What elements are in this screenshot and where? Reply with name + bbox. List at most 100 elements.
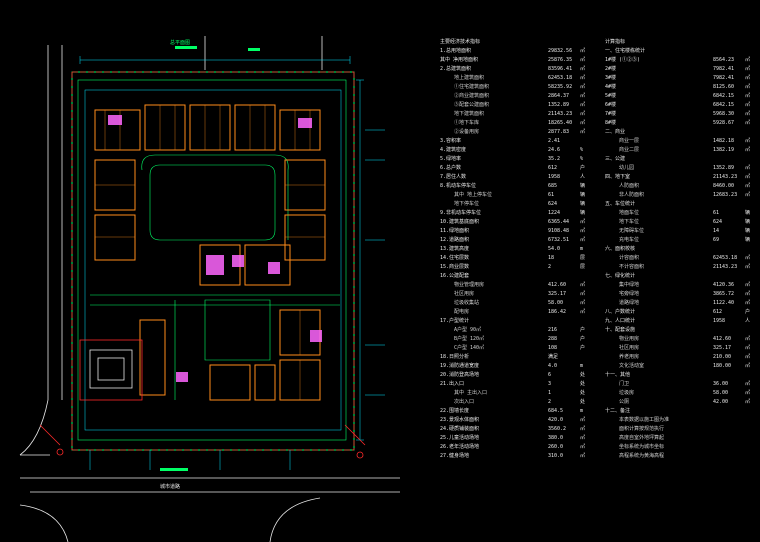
table-cell-label: 27.健身场地 [440,453,470,459]
table-cell-value: 2.41 [548,138,561,144]
table-cell-unit: 层 [580,264,586,270]
table-cell-value: 210.00 [713,354,732,360]
table-cell-value: 69 [713,237,720,243]
economic-indicators-tables: 主要经济技术指标 1.总用地面积 29832.56 ㎡ 其中 净用地面积 25876.35… [440,38,755,538]
table-cell-value: 18 [548,255,555,261]
table-row: 2#楼 7982.41 ㎡ [605,65,755,74]
table-row: 文化活动室 180.00 ㎡ [605,362,755,371]
table-cell-label: 15.商业层数 [440,264,470,270]
table-cell-label: 文化活动室 [619,363,645,369]
table-cell-unit: ㎡ [580,102,586,108]
table-row: 2.总建筑面积 83596.41 ㎡ [440,65,590,74]
table-cell-unit: 辆 [745,228,751,234]
table-cell-unit: ㎡ [580,426,586,432]
table-cell-label: ①住宅建筑面积 [454,84,490,90]
table-row: 次出入口 2 处 [440,398,590,407]
table-row: 18.日照分析 满足 [440,353,590,362]
indicator-table-left: 主要经济技术指标 1.总用地面积 29832.56 ㎡其中 净用地面积 25876.35… [440,38,590,461]
table-cell-value: 8564.23 [713,57,735,63]
table-cell-unit: ㎡ [580,129,586,135]
table-cell-value: 612 [713,309,723,315]
table-cell-value: 83596.41 [548,66,573,72]
table-cell-label: 无障碍车位 [619,228,645,234]
table-row: 人防面积 8460.00 ㎡ [605,182,755,191]
table-row: 17.户型统计 [440,317,590,326]
table-cell-label: 地上建筑面积 [454,75,485,81]
table-cell-label: 3#楼 [605,75,617,81]
table-row: 宅旁绿地 3865.72 ㎡ [605,290,755,299]
table-row: ①住宅建筑面积 58235.92 ㎡ [440,83,590,92]
table-cell-value: 21143.23 [713,174,738,180]
table-cell-unit: ㎡ [745,147,751,153]
table-cell-unit: ㎡ [580,453,586,459]
table-row: ③配套公建面积 1352.89 ㎡ [440,101,590,110]
table-row: 5#楼 6842.15 ㎡ [605,92,755,101]
table-cell-label: 二、商业 [605,129,626,135]
table-row: 高度自室外地坪算起 [605,434,755,443]
table-cell-value: 1958 [713,318,726,324]
table-cell-value: 2 [548,264,552,270]
table-cell-unit: ㎡ [745,93,751,99]
table-cell-unit: ㎡ [745,381,751,387]
table-cell-unit: ㎡ [745,336,751,342]
table-cell-unit: ㎡ [745,102,751,108]
table-row: 22.围墙长度 684.5 m [440,407,590,416]
table-cell-label: 20.消防登高场地 [440,372,480,378]
table-cell-unit: ㎡ [580,291,586,297]
table-cell-value: 1958 [548,174,561,180]
table-cell-unit: 辆 [580,210,586,216]
table-cell-label: ①地下车库 [454,120,480,126]
table-row: 19.消防通道宽度 4.0 m [440,362,590,371]
table-row: 六、面积校核 [605,245,755,254]
table-cell-value: 12683.23 [713,192,738,198]
table-cell-label: 坐标系统为城市坐标 [619,444,665,450]
table-cell-label: 9.非机动车停车位 [440,210,482,216]
table-row: 10.建筑基底面积 6365.44 ㎡ [440,218,590,227]
table-row: 主要经济技术指标 [440,38,590,47]
table-cell-label: 商业二层 [619,147,640,153]
table-cell-value: 216 [548,327,558,333]
table-cell-label: 公厕 [619,399,630,405]
table-row: 社区用房 325.17 ㎡ [605,344,755,353]
table-cell-label: 幼儿园 [619,165,635,171]
table-cell-value: 4.0 [548,363,558,369]
table-row: 五、车位统计 [605,200,755,209]
table-cell-value: 21143.23 [713,264,738,270]
table-cell-label: 4.建筑密度 [440,147,467,153]
table-cell-label: 宅旁绿地 [619,291,640,297]
table-cell-value: 310.0 [548,453,564,459]
table-cell-unit: ㎡ [580,300,586,306]
table-cell-value: 8460.00 [713,183,735,189]
table-row: 面积计算按规范执行 [605,425,755,434]
table-cell-label: B户型 120㎡ [454,336,485,342]
table-row: 14.住宅层数 18 层 [440,254,590,263]
table-cell-value: 2 [548,399,552,405]
table-row: 幼儿园 1352.89 ㎡ [605,164,755,173]
road-lines [19,36,400,542]
table-row: 八、户数统计 612 户 [605,308,755,317]
table-cell-value: 3560.2 [548,426,567,432]
table-row: 4#楼 8125.60 ㎡ [605,83,755,92]
table-cell-label: 社区用房 [619,345,640,351]
table-cell-label: 8.机动车停车位 [440,183,477,189]
table-row: 7.居住人数 1958 人 [440,173,590,182]
table-cell-unit: ㎡ [745,363,751,369]
table-cell-value: 6365.44 [548,219,570,225]
table-cell-value: 624 [548,201,558,207]
table-row: 12.道路面积 6732.51 ㎡ [440,236,590,245]
table-cell-value: 7982.41 [713,75,735,81]
table-cell-label: 物业用房 [619,336,640,342]
table-cell-value: 36.00 [713,381,729,387]
table-cell-unit: ㎡ [745,354,751,360]
table-row: 非人防面积 12683.23 ㎡ [605,191,755,200]
table-cell-unit: 户 [580,327,586,333]
table-cell-value: 412.60 [713,336,732,342]
table-cell-unit: ㎡ [580,444,586,450]
road-label: 城市道路 [160,483,180,490]
table-cell-unit: ㎡ [580,282,586,288]
table-cell-label: 道路绿地 [619,300,640,306]
table-cell-unit: 辆 [580,201,586,207]
table-cell-value: 58235.92 [548,84,573,90]
table-cell-label: 人防面积 [619,183,640,189]
table-row: A户型 90㎡ 216 户 [440,326,590,335]
